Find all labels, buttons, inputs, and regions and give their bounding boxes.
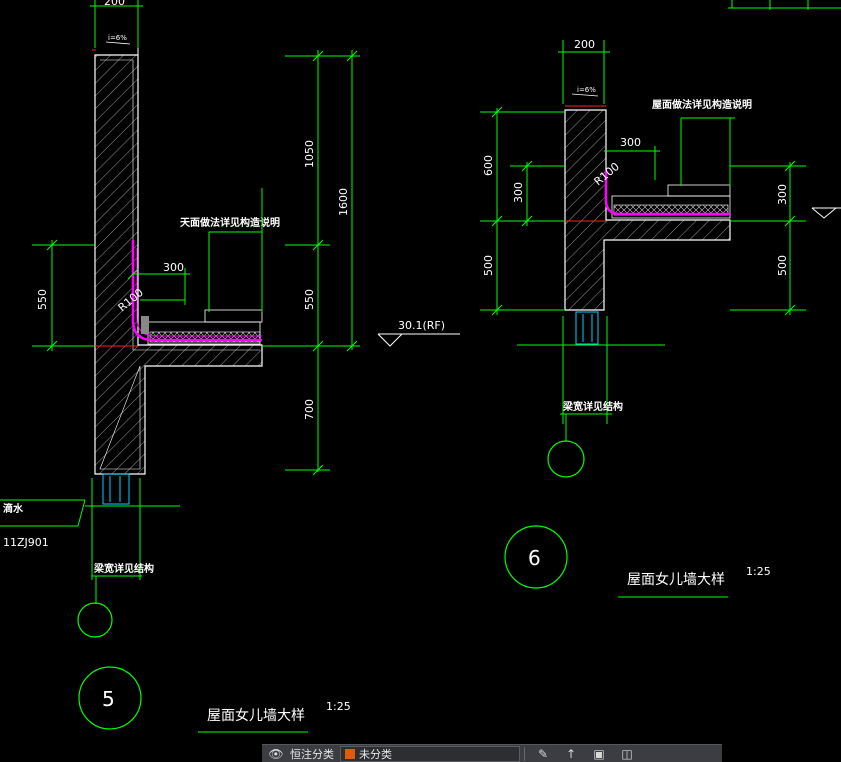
- detail5-roof-note: 天面做法详见构造说明: [180, 216, 280, 229]
- eye-icon[interactable]: 👁: [268, 747, 284, 761]
- detail6-roof-note: 屋面做法详见构造说明: [652, 98, 752, 111]
- layer-select-value: 未分类: [359, 747, 392, 761]
- detail5-title: 屋面女儿墙大样: [207, 707, 305, 724]
- layer-select[interactable]: 未分类: [340, 745, 520, 762]
- toolbar-divider: [524, 746, 525, 761]
- detail5-dim-1600: 1600: [337, 188, 350, 216]
- detail6-dim-top: 200: [574, 38, 595, 51]
- detail5-elevation: 30.1(RF): [398, 319, 445, 332]
- detail6-dim-300-top: 300: [620, 136, 641, 149]
- detail-6: 200 i=6% 600 300 500 300 500 300 R100 屋面…: [480, 38, 841, 598]
- layer-prefix-label: 恒注分类: [290, 747, 334, 761]
- detail6-dim-500-right: 500: [776, 255, 789, 276]
- detail5-slope: i=6%: [108, 34, 127, 42]
- detail5-dim-550-right: 550: [303, 289, 316, 310]
- edit-icon[interactable]: ✎: [535, 747, 551, 761]
- detail5-dim-700: 700: [303, 399, 316, 420]
- layer-color-swatch: [345, 748, 355, 759]
- detail6-scale: 1:25: [746, 565, 771, 578]
- detail5-waterproof-membrane: [131, 240, 262, 342]
- detail5-number: 5: [102, 687, 115, 711]
- detail5-scale: 1:25: [326, 700, 351, 713]
- detail5-beam-note: 梁宽详见结构: [93, 562, 154, 575]
- detail-5: 200 i=6% 550 1050 1600 550 700 300 R100 …: [0, 0, 460, 733]
- detail6-dim-300-right: 300: [776, 184, 789, 205]
- detail5-dim-top-label: 200: [104, 0, 125, 8]
- detail5-drip-label: 滴水: [3, 502, 24, 515]
- detail5-dim-550-left: 550: [36, 289, 49, 310]
- layer-toolbar: 👁 恒注分类 未分类 ✎ ↑ ▣ ◫: [262, 744, 722, 762]
- detail6-dim-300-left: 300: [512, 182, 525, 203]
- detail6-number: 6: [528, 546, 541, 570]
- detail5-dim-1050: 1050: [303, 140, 316, 168]
- detail6-beam-note: 梁宽详见结构: [562, 400, 623, 413]
- save-icon[interactable]: ◫: [619, 747, 635, 761]
- layers-icon[interactable]: ▣: [591, 747, 607, 761]
- detail5-ref-code: 11ZJ901: [3, 536, 49, 549]
- detail6-title: 屋面女儿墙大样: [627, 571, 725, 588]
- detail6-slope: i=6%: [577, 86, 596, 94]
- top-right-fragment: [728, 0, 841, 10]
- detail5-dim-300: 300: [163, 261, 184, 274]
- arrow-up-icon[interactable]: ↑: [563, 747, 579, 761]
- detail6-dim-500-left: 500: [482, 255, 495, 276]
- cad-drawing-canvas[interactable]: 200 i=6% 550 1050 1600 550 700 300 R100 …: [0, 0, 841, 761]
- detail6-dim-600: 600: [482, 155, 495, 176]
